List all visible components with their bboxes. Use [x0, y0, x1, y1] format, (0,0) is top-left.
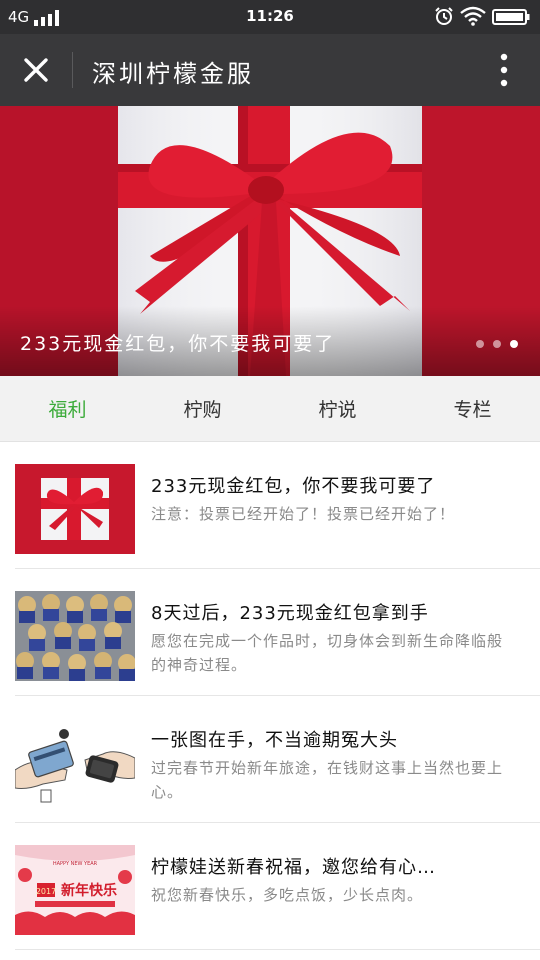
carousel-indicator [476, 340, 518, 348]
article-desc: 过完春节开始新年旅途，在钱财这事上当然也要上心。 [151, 759, 504, 801]
wifi-icon [460, 6, 486, 26]
page-title: 深圳柠檬金服 [92, 60, 254, 88]
article-list: 233元现金红包，你不要我可要了 注意：投票已经开始了！投票已经开始了！ 8天过… [0, 442, 540, 950]
list-item[interactable]: 8天过后，233元现金红包拿到手 愿您在完成一个作品时，切身体会到新生命降临般的… [15, 569, 540, 696]
more-options-icon[interactable] [492, 50, 516, 90]
article-title: 柠檬娃送新春祝福，邀您给有心… [151, 857, 436, 878]
list-item[interactable]: 2017 新年快乐 HAPPY NEW YEAR 柠檬娃送新春祝福，邀您给有心…… [15, 823, 540, 950]
tab-talk[interactable]: 柠说 [270, 376, 405, 441]
list-item[interactable]: 233元现金红包，你不要我可要了 注意：投票已经开始了！投票已经开始了！ [15, 442, 540, 569]
carousel-dot[interactable] [493, 340, 501, 348]
carousel-dot-active[interactable] [510, 340, 518, 348]
article-title: 233元现金红包，你不要我可要了 [151, 476, 436, 497]
close-icon[interactable] [18, 52, 54, 88]
alarm-icon [435, 7, 453, 25]
banner-caption: 233元现金红包，你不要我可要了 [20, 333, 336, 355]
category-tabs: 福利 柠购 柠说 专栏 [0, 376, 540, 442]
nav-bar: 深圳柠檬金服 [0, 34, 540, 106]
tab-shopping[interactable]: 柠购 [135, 376, 270, 441]
nav-divider [72, 52, 73, 88]
clock: 11:26 [246, 7, 294, 25]
battery-icon [492, 9, 530, 25]
thumbnail-new-year: 2017 新年快乐 HAPPY NEW YEAR [15, 845, 135, 935]
list-item[interactable]: 一张图在手，不当逾期冤大头 过完春节开始新年旅途，在钱财这事上当然也要上心。 [15, 696, 540, 823]
thumb-year: 2017 [36, 887, 56, 896]
thumb-greeting: 新年快乐 [61, 882, 117, 899]
article-title: 一张图在手，不当逾期冤大头 [151, 730, 398, 751]
article-desc: 愿您在完成一个作品时，切身体会到新生命降临般的神奇过程。 [151, 632, 504, 674]
tab-column[interactable]: 专栏 [405, 376, 540, 441]
banner-carousel[interactable]: 233元现金红包，你不要我可要了 [0, 106, 540, 376]
thumbnail-card-exchange [15, 718, 135, 808]
article-desc: 祝您新春快乐，多吃点饭，少长点肉。 [151, 886, 424, 904]
tab-welfare[interactable]: 福利 [0, 376, 135, 441]
thumbnail-dolls [15, 591, 135, 681]
thumbnail-gift [15, 464, 135, 554]
carousel-dot[interactable] [476, 340, 484, 348]
thumb-small-caption: HAPPY NEW YEAR [53, 861, 98, 867]
article-desc: 注意：投票已经开始了！投票已经开始了！ [151, 505, 456, 523]
status-bar: 4G 11:26 [0, 0, 540, 34]
article-title: 8天过后，233元现金红包拿到手 [151, 603, 429, 624]
